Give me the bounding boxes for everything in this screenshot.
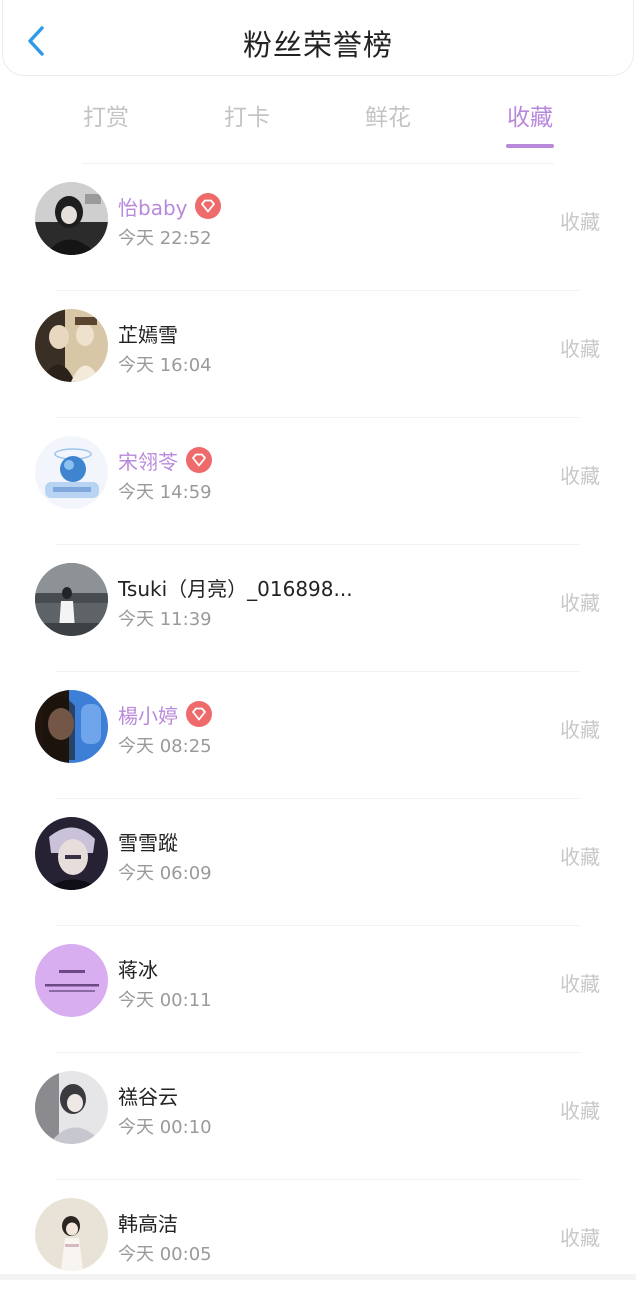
avatar[interactable] <box>35 1071 108 1144</box>
fan-name: 禚谷云 <box>118 1084 178 1109</box>
collect-action[interactable]: 收藏 <box>560 1222 600 1251</box>
fan-time: 今天 00:10 <box>118 1117 212 1138</box>
tab-flowers[interactable]: 鲜花 <box>338 98 438 132</box>
avatar[interactable] <box>35 1198 108 1271</box>
collect-action[interactable]: 收藏 <box>560 333 600 362</box>
fan-time: 今天 11:39 <box>118 609 212 630</box>
fan-time: 今天 08:25 <box>118 736 212 757</box>
list-item[interactable]: 韩高洁 今天 00:05 收藏 <box>0 1180 636 1307</box>
collect-action[interactable]: 收藏 <box>560 841 600 870</box>
fan-name: 雪雪蹤 <box>118 830 178 855</box>
list-item[interactable]: Tsuki（月亮）_016898... 今天 11:39 收藏 <box>0 545 636 672</box>
collect-action[interactable]: 收藏 <box>560 587 600 616</box>
diamond-badge-icon <box>195 193 222 219</box>
list-item[interactable]: 雪雪蹤 今天 06:09 收藏 <box>0 799 636 926</box>
title-bar: 粉丝荣誉榜 <box>2 0 634 76</box>
fan-name: 怡baby <box>118 195 188 220</box>
avatar[interactable] <box>35 182 108 255</box>
bottom-edge <box>0 1274 636 1280</box>
tab-checkin[interactable]: 打卡 <box>197 98 297 132</box>
fan-time: 今天 00:11 <box>118 990 212 1011</box>
fan-name: 蒋冰 <box>118 957 158 982</box>
list-item[interactable]: 怡baby 今天 22:52 收藏 <box>0 164 636 291</box>
avatar[interactable] <box>35 309 108 382</box>
list-item[interactable]: 宋翎苓 今天 14:59 收藏 <box>0 418 636 545</box>
fan-time: 今天 16:04 <box>118 355 212 376</box>
avatar[interactable] <box>35 436 108 509</box>
diamond-badge-icon <box>186 701 212 727</box>
avatar[interactable] <box>35 563 108 636</box>
avatar[interactable] <box>35 944 108 1017</box>
fan-name: Tsuki（月亮）_016898... <box>118 576 353 601</box>
page-title: 粉丝荣誉榜 <box>242 28 393 62</box>
fan-name: 芷嫣雪 <box>118 322 178 347</box>
fan-time: 今天 06:09 <box>118 863 212 884</box>
fan-time: 今天 00:05 <box>118 1244 212 1265</box>
tab-collect-label: 收藏 <box>507 105 553 131</box>
collect-action[interactable]: 收藏 <box>560 206 600 235</box>
fan-name: 韩高洁 <box>118 1211 178 1236</box>
collect-action[interactable]: 收藏 <box>560 714 600 743</box>
fan-time: 今天 14:59 <box>118 482 212 503</box>
tab-reward[interactable]: 打赏 <box>56 98 156 132</box>
collect-action[interactable]: 收藏 <box>560 1095 600 1124</box>
fan-time: 今天 22:52 <box>118 228 212 249</box>
tab-bar: 打赏 打卡 鲜花 收藏 <box>0 90 636 148</box>
fan-name: 楊小婷 <box>118 703 178 728</box>
list-item[interactable]: 禚谷云 今天 00:10 收藏 <box>0 1053 636 1180</box>
avatar[interactable] <box>35 690 108 763</box>
list-item[interactable]: 楊小婷 今天 08:25 收藏 <box>0 672 636 799</box>
collect-action[interactable]: 收藏 <box>560 968 600 997</box>
list-item[interactable]: 芷嫣雪 今天 16:04 收藏 <box>0 291 636 418</box>
collect-action[interactable]: 收藏 <box>560 460 600 489</box>
active-tab-indicator <box>506 144 554 148</box>
fan-list: 怡baby 今天 22:52 收藏 芷嫣雪 今天 16:04 收藏 宋翎苓 今天… <box>0 164 636 1307</box>
fan-name: 宋翎苓 <box>118 449 178 474</box>
tab-collect[interactable]: 收藏 <box>480 98 580 148</box>
diamond-badge-icon <box>186 447 212 473</box>
avatar[interactable] <box>35 817 108 890</box>
list-item[interactable]: 蒋冰 今天 00:11 收藏 <box>0 926 636 1053</box>
